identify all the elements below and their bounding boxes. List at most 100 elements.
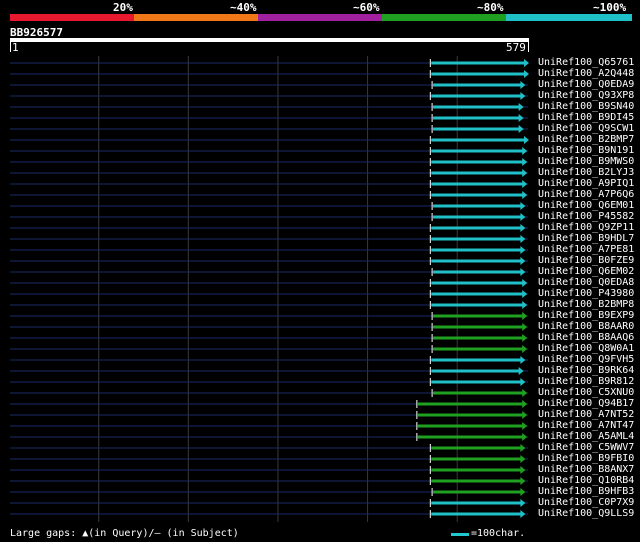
hit-label[interactable]: UniRef100_B9RK64 [538, 365, 634, 376]
hit-label[interactable]: UniRef100_Q6EM01 [538, 200, 634, 211]
hit-label[interactable]: UniRef100_Q65761 [538, 57, 634, 68]
hit-label[interactable]: UniRef100_C0P7X9 [538, 497, 634, 508]
hit-arrow-icon [522, 400, 528, 408]
hit-bar[interactable] [431, 226, 522, 230]
hit-bar[interactable] [433, 83, 522, 87]
hit-label[interactable]: UniRef100_C5XNU0 [538, 387, 634, 398]
hit-label[interactable]: UniRef100_Q0EDA9 [538, 79, 634, 90]
hit-label[interactable]: UniRef100_Q10RB4 [538, 475, 634, 486]
hit-arrow-icon [522, 433, 528, 441]
hit-arrow-icon [524, 70, 529, 78]
hit-arrow-icon [520, 257, 526, 265]
hit-bar[interactable] [433, 490, 522, 494]
hit-label[interactable]: UniRef100_B9N191 [538, 145, 634, 156]
hit-bar[interactable] [431, 72, 525, 76]
hit-arrow-icon [520, 378, 526, 386]
hit-label[interactable]: UniRef100_P43980 [538, 288, 634, 299]
hit-label[interactable]: UniRef100_A7PE81 [538, 244, 634, 255]
hit-bar[interactable] [431, 94, 522, 98]
hit-bar[interactable] [433, 105, 520, 109]
hit-label[interactable]: UniRef100_B9SN40 [538, 101, 634, 112]
hit-bar[interactable] [433, 127, 520, 131]
hit-label[interactable]: UniRef100_B2BMP7 [538, 134, 634, 145]
hit-bar[interactable] [431, 171, 524, 175]
hit-label[interactable]: UniRef100_B8AAQ6 [538, 332, 634, 343]
hit-arrow-icon [520, 202, 526, 210]
hit-label[interactable]: UniRef100_A7P6Q6 [538, 189, 634, 200]
hit-label[interactable]: UniRef100_Q8W0A1 [538, 343, 634, 354]
hit-label[interactable]: UniRef100_A2Q448 [538, 68, 634, 79]
hit-bar[interactable] [431, 248, 522, 252]
hit-label[interactable]: UniRef100_Q9SCW1 [538, 123, 634, 134]
hit-bar[interactable] [433, 215, 522, 219]
hit-label[interactable]: UniRef100_B9HDL7 [538, 233, 634, 244]
hit-bar[interactable] [433, 204, 522, 208]
hit-bar[interactable] [431, 138, 525, 142]
hit-label[interactable]: UniRef100_B9FBI0 [538, 453, 634, 464]
hit-label[interactable]: UniRef100_B9MWS0 [538, 156, 634, 167]
hit-arrow-icon [518, 367, 524, 375]
hit-bar[interactable] [417, 435, 524, 439]
hit-bar[interactable] [431, 457, 522, 461]
hit-label[interactable]: UniRef100_Q0EDA8 [538, 277, 634, 288]
hit-bar[interactable] [433, 347, 524, 351]
hit-label[interactable]: UniRef100_P45582 [538, 211, 634, 222]
hit-bar[interactable] [431, 303, 524, 307]
hit-bar[interactable] [431, 479, 522, 483]
hit-arrow-icon [522, 411, 528, 419]
hit-label[interactable]: UniRef100_A7NT52 [538, 409, 634, 420]
hit-label[interactable]: UniRef100_B9DI45 [538, 112, 634, 123]
hit-bar[interactable] [431, 160, 524, 164]
hit-bar[interactable] [433, 325, 524, 329]
hit-bar[interactable] [431, 358, 522, 362]
hit-label[interactable]: UniRef100_B8ANX7 [538, 464, 634, 475]
hit-label[interactable]: UniRef100_A7NT47 [538, 420, 634, 431]
hit-label[interactable]: UniRef100_B9R812 [538, 376, 634, 387]
hit-arrow-icon [520, 477, 526, 485]
hit-bar[interactable] [431, 468, 522, 472]
hit-label[interactable]: UniRef100_Q6EM02 [538, 266, 634, 277]
hit-bar[interactable] [431, 369, 520, 373]
hit-bar[interactable] [431, 512, 522, 516]
scale-legend-label: =100char. [471, 528, 526, 539]
hit-label[interactable]: UniRef100_B9HFB3 [538, 486, 634, 497]
hit-label[interactable]: UniRef100_B9EXP9 [538, 310, 634, 321]
hit-bar[interactable] [417, 424, 524, 428]
hit-label[interactable]: UniRef100_C5WWV7 [538, 442, 634, 453]
hit-bar[interactable] [431, 237, 522, 241]
hit-label[interactable]: UniRef100_Q94B17 [538, 398, 634, 409]
hit-bar[interactable] [417, 413, 524, 417]
hit-label[interactable]: UniRef100_B8AAR0 [538, 321, 634, 332]
hit-bar[interactable] [433, 391, 524, 395]
hit-label[interactable]: UniRef100_B0FZE9 [538, 255, 634, 266]
hit-bar[interactable] [431, 281, 524, 285]
hit-label[interactable]: UniRef100_Q9LLS9 [538, 508, 634, 519]
hit-label[interactable]: UniRef100_Q9FVH5 [538, 354, 634, 365]
hit-label[interactable]: UniRef100_Q9ZP11 [538, 222, 634, 233]
hit-bar[interactable] [431, 182, 524, 186]
hit-bar[interactable] [433, 270, 522, 274]
hit-bar[interactable] [431, 501, 522, 505]
hit-label[interactable]: UniRef100_A9PIQ1 [538, 178, 634, 189]
hit-label[interactable]: UniRef100_B2LYJ3 [538, 167, 634, 178]
hit-bar[interactable] [431, 292, 524, 296]
hit-arrow-icon [520, 510, 526, 518]
hit-arrow-icon [522, 279, 528, 287]
hit-bar[interactable] [431, 259, 522, 263]
hit-bar[interactable] [431, 380, 522, 384]
hit-arrow-icon [522, 323, 528, 331]
hit-label[interactable]: UniRef100_A5AML4 [538, 431, 634, 442]
hit-arrow-icon [522, 345, 528, 353]
hit-bar[interactable] [433, 336, 524, 340]
hit-arrow-icon [522, 422, 528, 430]
hit-bar[interactable] [431, 61, 525, 65]
hit-arrow-icon [522, 191, 528, 199]
hit-label[interactable]: UniRef100_Q93XP8 [538, 90, 634, 101]
hit-bar[interactable] [433, 116, 520, 120]
hit-bar[interactable] [431, 193, 524, 197]
hit-bar[interactable] [417, 402, 524, 406]
hit-bar[interactable] [431, 149, 524, 153]
hit-bar[interactable] [433, 314, 524, 318]
hit-label[interactable]: UniRef100_B2BMP8 [538, 299, 634, 310]
hit-bar[interactable] [431, 446, 522, 450]
